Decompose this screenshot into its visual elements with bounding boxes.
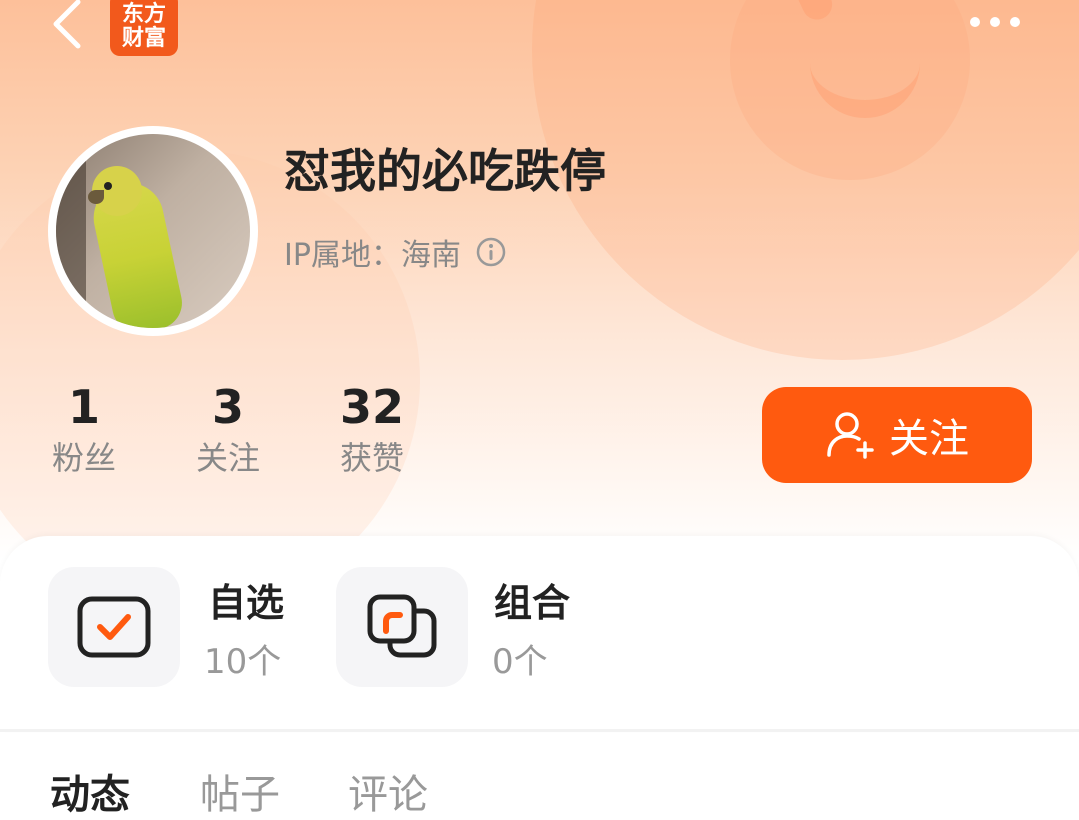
stat-label: 关注: [195, 439, 260, 477]
ip-location-text: IP属地：海南: [284, 238, 461, 273]
stat-label: 粉丝: [51, 439, 116, 477]
portfolio-entry[interactable]: [336, 567, 468, 687]
portfolio-icon: [367, 594, 437, 658]
more-dot-icon: [1010, 17, 1020, 27]
avatar-image: [56, 134, 250, 328]
more-options-button[interactable]: [964, 10, 1028, 34]
portfolio-count: 0个: [492, 642, 548, 682]
watchlist-entry[interactable]: [48, 567, 180, 687]
section-divider: [0, 729, 1079, 732]
checkbox-check-icon: [77, 596, 151, 658]
back-button[interactable]: [48, 0, 88, 56]
tab-threads[interactable]: 帖子: [200, 762, 280, 820]
info-icon[interactable]: [475, 236, 507, 268]
ip-location: IP属地：海南: [284, 230, 507, 274]
logo-text-line2: 财富: [121, 25, 166, 51]
stat-value: 1: [67, 380, 100, 434]
watchlist-title[interactable]: 自选: [208, 572, 284, 627]
follow-button[interactable]: 关注: [762, 387, 1032, 483]
tab-posts-feed[interactable]: 动态: [50, 762, 130, 820]
add-user-icon: [827, 412, 874, 459]
stat-followers[interactable]: 1 粉丝: [24, 378, 144, 480]
portfolio-title[interactable]: 组合: [494, 572, 570, 627]
stat-value: 3: [211, 380, 244, 434]
chevron-left-icon: [53, 0, 81, 49]
watchlist-count: 10个: [204, 642, 282, 682]
follow-button-label: 关注: [889, 416, 969, 462]
logo-text-line1: 东方: [121, 1, 166, 27]
stat-following[interactable]: 3 关注: [168, 378, 288, 480]
tab-comments[interactable]: 评论: [348, 762, 428, 820]
avatar[interactable]: [48, 126, 258, 336]
stat-likes[interactable]: 32 获赞: [312, 378, 432, 480]
username: 怼我的必吃跌停: [284, 144, 606, 198]
more-dot-icon: [970, 17, 980, 27]
app-logo: 东方 财富: [110, 0, 178, 56]
stat-label: 获赞: [339, 439, 404, 477]
stat-value: 32: [339, 380, 404, 434]
more-dot-icon: [990, 17, 1000, 27]
